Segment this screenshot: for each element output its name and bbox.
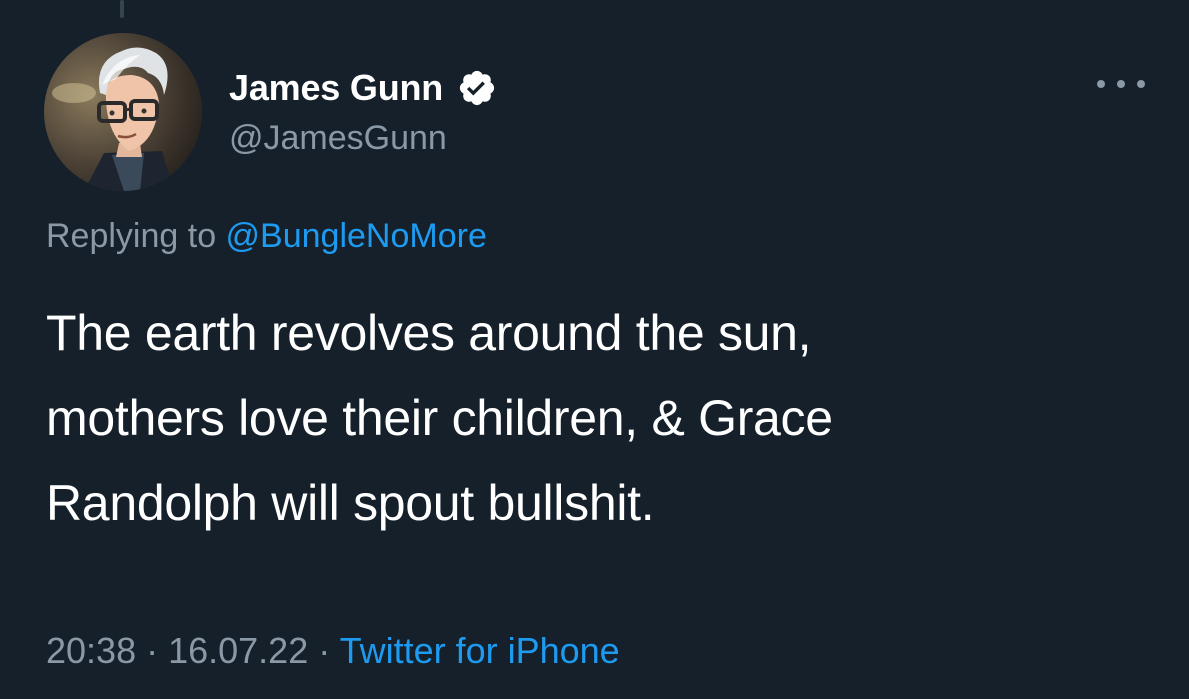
tweet-text-line: The earth revolves around the sun,	[46, 305, 812, 361]
tweet-time[interactable]: 20:38	[46, 630, 136, 671]
tweet-text-line: Randolph will spout bullshit.	[46, 475, 655, 531]
verified-badge-icon	[457, 68, 497, 108]
avatar[interactable]	[44, 33, 202, 191]
author-handle[interactable]: @JamesGunn	[229, 119, 447, 158]
author-display-name[interactable]: James Gunn	[229, 67, 443, 109]
avatar-illustration	[44, 33, 202, 191]
reply-context: Replying to @BungleNoMore	[46, 217, 487, 256]
meta-separator: ·	[308, 630, 340, 671]
tweet-meta: 20:38 · 16.07.22 · Twitter for iPhone	[46, 630, 620, 672]
author-name-row: James Gunn	[229, 62, 497, 114]
more-options-icon[interactable]	[1097, 72, 1145, 96]
thread-connector-line	[120, 0, 124, 18]
more-dot	[1117, 80, 1125, 88]
reply-mention-link[interactable]: @BungleNoMore	[226, 217, 487, 255]
tweet-source-link[interactable]: Twitter for iPhone	[340, 630, 620, 671]
more-dot	[1097, 80, 1105, 88]
tweet-text: The earth revolves around the sun, mothe…	[46, 291, 1156, 546]
tweet-text-line: mothers love their children, & Grace	[46, 390, 833, 446]
meta-separator: ·	[136, 630, 169, 671]
reply-context-prefix: Replying to	[46, 217, 226, 255]
more-dot	[1137, 80, 1145, 88]
tweet-date[interactable]: 16.07.22	[168, 630, 308, 671]
